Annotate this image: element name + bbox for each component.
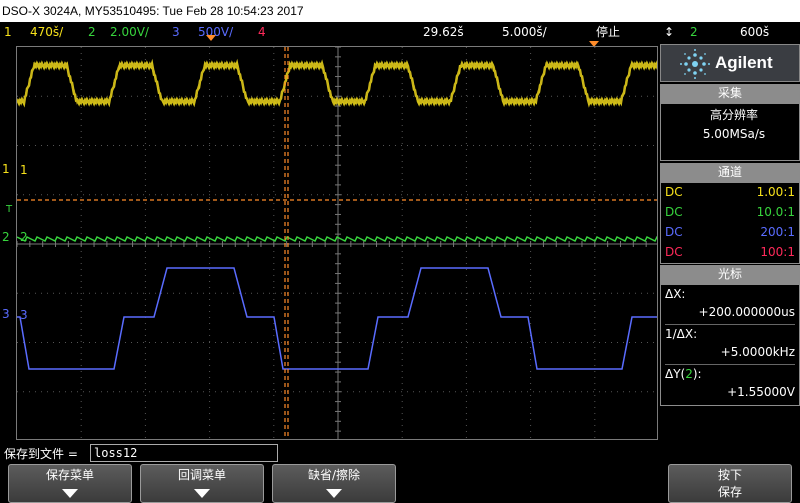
trigger-level[interactable]: 600š [740,22,769,42]
trigger-level-marker[interactable]: T [6,204,12,215]
inv-dx-label-text: 1/ΔX: [665,327,698,341]
dy-label: ΔY(2): [665,364,795,382]
dy-label-pre: ΔY( [665,367,686,381]
trigger-source[interactable]: 2 [690,22,698,42]
channels-header: 通道 [660,163,800,182]
ch3-coupling: DC [665,225,683,239]
trigger-edge-icon[interactable]: ↕ [664,22,674,42]
cursor-box: ΔX: +200.000000us 1/ΔX: +5.0000kHz ΔY(2)… [660,284,800,406]
dy-label-text: ΔY(2): [665,365,702,383]
press-to-save-label-2: 保存 [717,485,742,499]
dx-label-text: ΔX: [665,287,686,301]
down-arrow-icon [326,489,342,498]
channel-row-4: DC 100:1 [665,243,795,261]
dy-value: +1.55000V [727,385,795,399]
dx-value: +200.000000us [698,305,795,319]
waveform-display[interactable] [16,46,658,440]
ch4-probe-ratio: 100:1 [760,245,795,259]
time-scale[interactable]: 5.000š/ [502,22,547,42]
save-filename-bar: 保存到文件 = loss12 [0,443,800,463]
ch2-scale[interactable]: 2.00V/ [110,22,149,42]
recall-menu-button[interactable]: 回调菜单 [140,464,264,503]
ch3-label: 3 [20,308,28,322]
filename-input[interactable]: loss12 [90,444,278,462]
ch1-ground-marker[interactable]: 1 [2,162,10,176]
brand-name: Agilent [715,53,773,72]
dx-label: ΔX: [665,285,795,303]
ch4-number[interactable]: 4 [258,22,266,42]
channel-row-3: DC 200:1 [665,223,795,241]
default-erase-button[interactable]: 缺省/擦除 [272,464,396,503]
acquisition-box: 高分辨率 5.00MSa/s [660,103,800,161]
ch2-coupling: DC [665,205,683,219]
channel-status-bar: 1 470š/ 2 2.00V/ 3 500V/ 4 29.62š 5.000š… [0,22,800,42]
save-menu-button[interactable]: 保存菜单 [8,464,132,503]
ch1-number[interactable]: 1 [4,22,12,42]
channel-row-1: DC 1.00:1 [665,183,795,201]
ch1-scale[interactable]: 470š/ [30,22,63,42]
dy-label-channel: 2 [685,367,693,381]
time-delay[interactable]: 29.62š [423,22,464,42]
save-to-file-label: 保存到文件 = [4,447,78,461]
press-to-save-button[interactable]: 按下 保存 [668,464,792,503]
dy-value-row: +1.55000V [665,383,795,401]
recall-menu-label: 回调菜单 [177,468,226,482]
inv-dx-label: 1/ΔX: [665,324,795,342]
channel-row-2: DC 10.0:1 [665,203,795,221]
ch3-number[interactable]: 3 [172,22,180,42]
ch2-label: 2 [20,230,28,244]
ch3-scale[interactable]: 500V/ [198,22,233,42]
ch3-ground-marker[interactable]: 3 [2,307,10,321]
down-arrow-icon [194,489,210,498]
cursor-header: 光标 [660,265,800,284]
press-to-save-label-1: 按下 [717,468,742,482]
channels-box: DC 1.00:1 DC 10.0:1 DC 200:1 DC 100:1 [660,182,800,264]
window-title: DSO-X 3024A, MY53510495: Tue Feb 28 10:5… [0,0,800,22]
acquisition-header: 采集 [660,84,800,103]
down-arrow-icon [62,489,78,498]
acquisition-mode: 高分辨率 [709,108,758,122]
save-menu-label: 保存菜单 [45,468,94,482]
dy-label-post: ): [692,367,702,381]
ch1-coupling: DC [665,185,683,199]
ch1-label: 1 [20,163,28,177]
sample-rate: 5.00MSa/s [702,127,766,141]
brand-logo: Agilent [660,44,800,82]
inv-dx-value-row: +5.0000kHz [665,343,795,361]
info-panel: Agilent 采集 高分辨率 5.00MSa/s 通道 DC 1.00:1 D… [660,44,800,442]
agilent-spark-icon [680,49,710,79]
graticule [17,47,657,439]
ch2-number[interactable]: 2 [88,22,96,42]
run-state[interactable]: 停止 [596,22,620,42]
ch2-ground-marker[interactable]: 2 [2,230,10,244]
ch1-probe-ratio: 1.00:1 [756,185,795,199]
ch2-probe-ratio: 10.0:1 [756,205,795,219]
ch4-coupling: DC [665,245,683,259]
inv-dx-value: +5.0000kHz [720,345,795,359]
default-erase-label: 缺省/擦除 [307,468,361,482]
dx-value-row: +200.000000us [665,303,795,321]
ch3-probe-ratio: 200:1 [760,225,795,239]
